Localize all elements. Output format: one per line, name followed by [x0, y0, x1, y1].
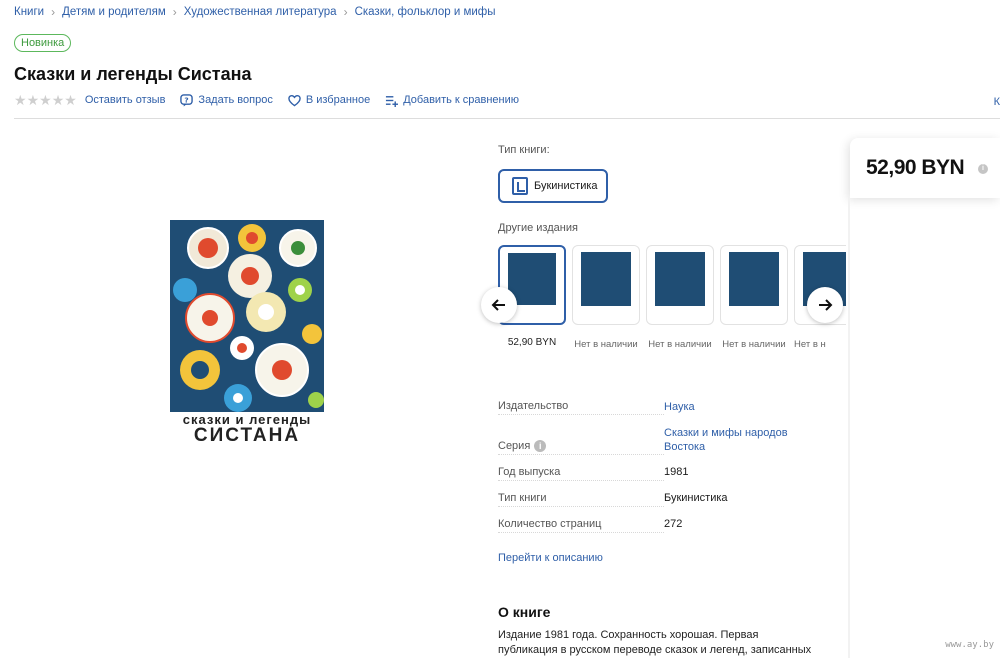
price-value: 52,90 BYN [866, 156, 965, 179]
leave-review-link[interactable]: Оставить отзыв [85, 94, 166, 106]
add-compare-link[interactable]: Добавить к сравнению [385, 94, 519, 107]
edition-price: 52,90 BYN [507, 337, 557, 348]
goto-description-link[interactable]: Перейти к описанию [498, 552, 603, 564]
ask-question-label: Задать вопрос [198, 94, 273, 106]
star-icon: ★ [39, 92, 52, 108]
series-key-label: Серия [498, 440, 531, 452]
attr-value: 272 [664, 518, 683, 530]
add-favorite-label: В избранное [305, 94, 371, 106]
attr-publisher: Издательство Наука [498, 400, 804, 415]
question-bubble-icon: ? [180, 93, 194, 107]
attr-key: Год выпуска [498, 466, 664, 481]
editions-carousel: 52,90 BYN Нет в наличии Нет в наличии Не… [498, 245, 846, 355]
side-panel-edge [848, 196, 850, 658]
heart-icon [288, 94, 301, 106]
page-title: Сказки и легенды Систана [14, 64, 252, 84]
about-text: Издание 1981 года. Сохранность хорошая. … [498, 629, 812, 656]
breadcrumb-item-fiction[interactable]: Художественная литература [184, 6, 337, 18]
breadcrumb-item-kids[interactable]: Детям и родителям [62, 6, 166, 18]
chevron-right-icon: › [51, 5, 56, 19]
attr-key: Тип книги [498, 492, 664, 507]
edition-status: Нет в наличии [574, 339, 638, 350]
attr-value: 1981 [664, 466, 689, 478]
chevron-right-icon: › [343, 5, 348, 19]
header-divider [14, 118, 1000, 119]
edition-thumbnail [646, 245, 714, 325]
book-type-option[interactable]: Букинистика [498, 169, 608, 203]
edition-card[interactable]: Нет в наличии [572, 245, 640, 350]
book-type-option-label: Букинистика [534, 180, 598, 192]
new-badge: Новинка [14, 34, 72, 52]
other-editions-label: Другие издания [498, 222, 578, 234]
breadcrumb-item-fairytales[interactable]: Сказки, фольклор и мифы [355, 6, 496, 18]
attr-key: Серия i [498, 440, 664, 455]
truncated-link[interactable]: К [994, 96, 1000, 108]
attr-pages: Количество страниц 272 [498, 518, 682, 533]
arrow-left-icon [491, 299, 505, 311]
edition-status: Нет в наличии [648, 339, 712, 350]
add-favorite-link[interactable]: В избранное [288, 94, 370, 107]
book-type-label: Тип книги: [498, 144, 550, 156]
leave-review-label: Оставить отзыв [84, 94, 166, 106]
product-actions: ★ ★ ★ ★ ★ Оставить отзыв ? Задать вопрос… [14, 93, 534, 107]
price-panel: 52,90 BYN i [850, 138, 1000, 198]
carousel-prev-button[interactable] [481, 287, 517, 323]
edition-status: Нет в н [794, 339, 826, 350]
cover-caption: сказки и легенды СИСТАНА [170, 412, 324, 452]
edition-thumbnail [572, 245, 640, 325]
edition-card[interactable]: Нет в наличии [646, 245, 714, 350]
breadcrumb-item-books[interactable]: Книги [14, 6, 44, 18]
arrow-right-icon [819, 299, 833, 311]
attr-series: Серия i Сказки и мифы народов Востока [498, 426, 804, 455]
compare-list-icon [386, 95, 399, 107]
cover-art [173, 224, 324, 412]
chevron-right-icon: › [172, 5, 177, 19]
edition-thumbnail [720, 245, 788, 325]
rating-stars[interactable]: ★ ★ ★ ★ ★ [14, 93, 77, 107]
info-icon[interactable]: i [534, 440, 547, 452]
publisher-link[interactable]: Наука [664, 400, 804, 414]
ask-question-link[interactable]: ? Задать вопрос [180, 93, 273, 107]
star-icon: ★ [64, 92, 77, 108]
edition-card[interactable]: Нет в наличии [720, 245, 788, 350]
star-icon: ★ [26, 92, 40, 108]
add-compare-label: Добавить к сравнению [403, 94, 520, 106]
about-title: О книге [498, 604, 551, 620]
cover-line-2: СИСТАНА [193, 425, 301, 446]
book-cover-image[interactable] [170, 220, 324, 412]
attr-key: Издательство [498, 400, 664, 415]
svg-text:?: ? [185, 95, 189, 104]
watermark: www.ay.by [945, 640, 994, 650]
attr-value: Букинистика [664, 492, 728, 504]
breadcrumb: Книги › Детям и родителям › Художественн… [14, 5, 496, 19]
star-icon: ★ [51, 92, 65, 108]
carousel-next-button[interactable] [807, 287, 843, 323]
attr-year: Год выпуска 1981 [498, 466, 688, 481]
book-icon [512, 177, 528, 195]
info-icon[interactable]: i [978, 164, 988, 174]
star-icon: ★ [14, 92, 27, 108]
series-link[interactable]: Сказки и мифы народов Востока [664, 426, 804, 454]
attr-type: Тип книги Букинистика [498, 492, 728, 507]
attr-key: Количество страниц [498, 518, 664, 533]
edition-status: Нет в наличии [722, 339, 786, 350]
